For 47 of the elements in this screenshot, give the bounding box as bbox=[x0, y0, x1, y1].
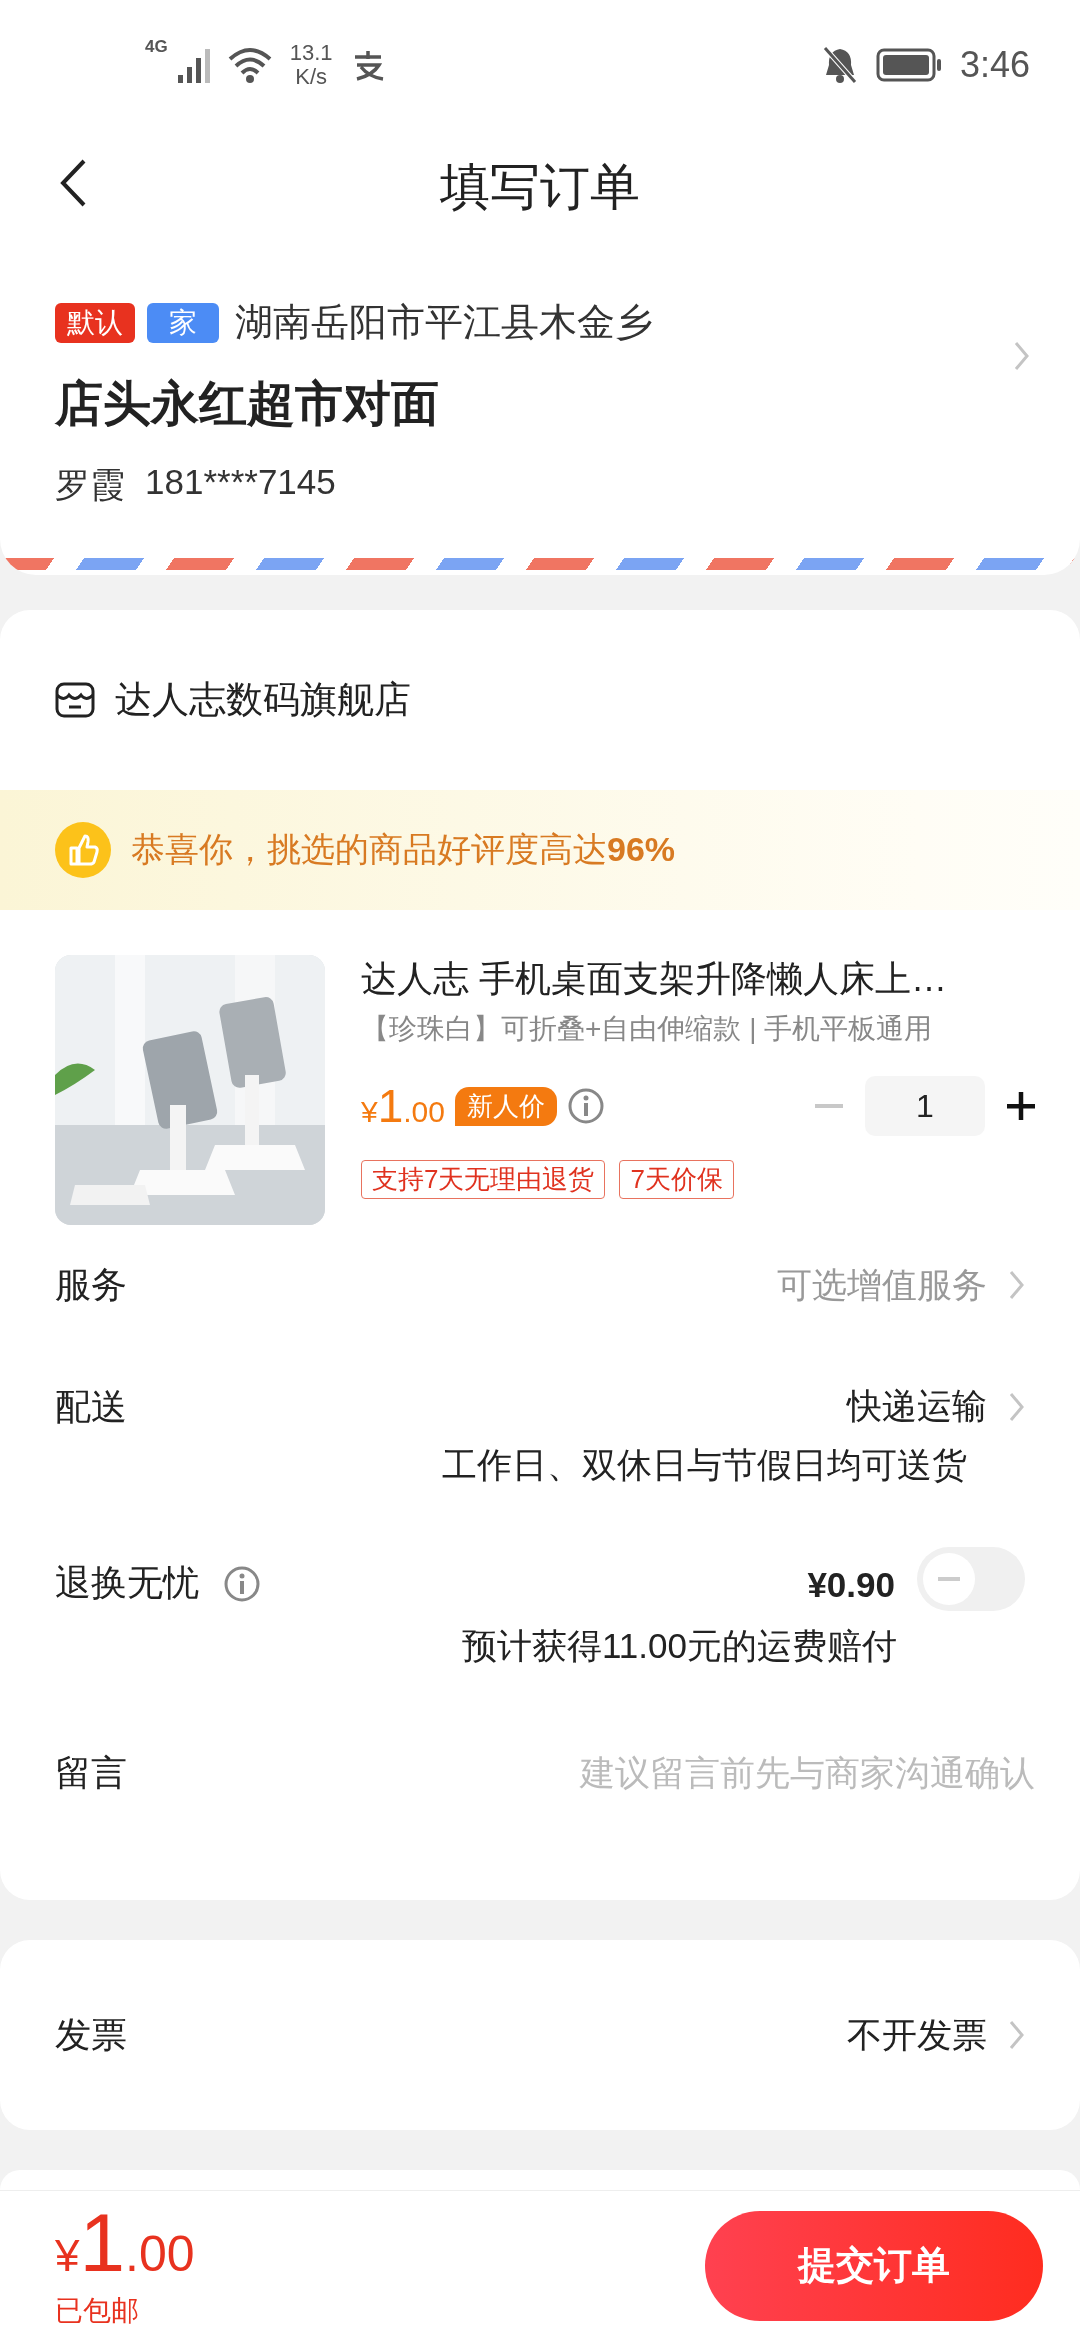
store-name[interactable]: 达人志数码旗舰店 bbox=[115, 675, 411, 725]
delivery-note: 工作日、双休日与节假日均可送货 bbox=[442, 1444, 967, 1486]
row-value[interactable]: 快递运输 bbox=[847, 1383, 987, 1430]
battery-icon bbox=[875, 48, 942, 82]
quantity-field[interactable]: 1 bbox=[865, 1076, 985, 1136]
row-label: 服务 bbox=[55, 1262, 127, 1307]
speed-unit: K/s bbox=[295, 65, 327, 89]
shipping-note: 已包邮 bbox=[55, 2293, 140, 2328]
total-price: ¥1.00 bbox=[55, 2201, 195, 2284]
row-label: 发票 bbox=[55, 2012, 127, 2057]
chevron-icon bbox=[1009, 1270, 1025, 1300]
network-type: 4G bbox=[145, 37, 168, 57]
price-badge: 新人价 bbox=[455, 1086, 557, 1126]
chevron-icon bbox=[1009, 1391, 1025, 1422]
recipient-name: 罗霞 bbox=[55, 464, 125, 506]
clock-time: 3:46 bbox=[959, 44, 1030, 86]
address-tag: 默认 bbox=[55, 302, 135, 343]
rating-message: 恭喜你，挑选的商品好评度高达96% bbox=[131, 829, 676, 870]
product-price: ¥1.00 bbox=[361, 1079, 445, 1133]
address-region: 湖南岳阳市平江县木金乡 bbox=[235, 300, 653, 345]
wifi-icon bbox=[227, 45, 272, 85]
network-speed: 13.1 bbox=[289, 41, 333, 65]
muted-bell-icon bbox=[821, 45, 858, 85]
service-tag: 7天价保 bbox=[619, 1160, 734, 1199]
row-label: 配送 bbox=[55, 1385, 127, 1429]
service-price: ¥0.90 bbox=[807, 1565, 895, 1605]
store-icon bbox=[55, 682, 95, 718]
address-detail[interactable]: 店头永红超市对面 bbox=[55, 372, 1025, 436]
product-title[interactable]: 达人志 手机桌面支架升降懒人床上… bbox=[361, 955, 1025, 1004]
row-label: 留言 bbox=[55, 1750, 127, 1795]
info-icon bbox=[567, 1087, 605, 1125]
chevron-icon bbox=[1014, 341, 1030, 371]
message-field[interactable]: 建议留言前先与商家沟通确认 bbox=[475, 1753, 1035, 1793]
page-title: 填写订单 bbox=[440, 158, 640, 217]
submit-order-button[interactable]: 提交订单 bbox=[705, 2210, 1043, 2321]
info-icon bbox=[223, 1564, 261, 1603]
address-tag: 家 bbox=[147, 302, 219, 343]
product-spec: 【珍珠白】可折叠+自由伸缩款 | 手机平板通用 bbox=[361, 1012, 934, 1046]
compensation-note: 预计获得11.00元的运费赔付 bbox=[462, 1625, 897, 1667]
chevron-icon bbox=[1009, 2020, 1025, 2050]
thumbs-up-icon bbox=[55, 822, 111, 878]
recipient-phone: 181****7145 bbox=[145, 462, 336, 503]
service-tag: 支持7天无理由退货 bbox=[361, 1160, 606, 1199]
row-label: 退换无忧 bbox=[55, 1561, 199, 1605]
back-icon[interactable] bbox=[58, 158, 88, 208]
row-value[interactable]: 不开发票 bbox=[847, 2011, 987, 2059]
plus-icon[interactable] bbox=[1005, 1090, 1037, 1122]
